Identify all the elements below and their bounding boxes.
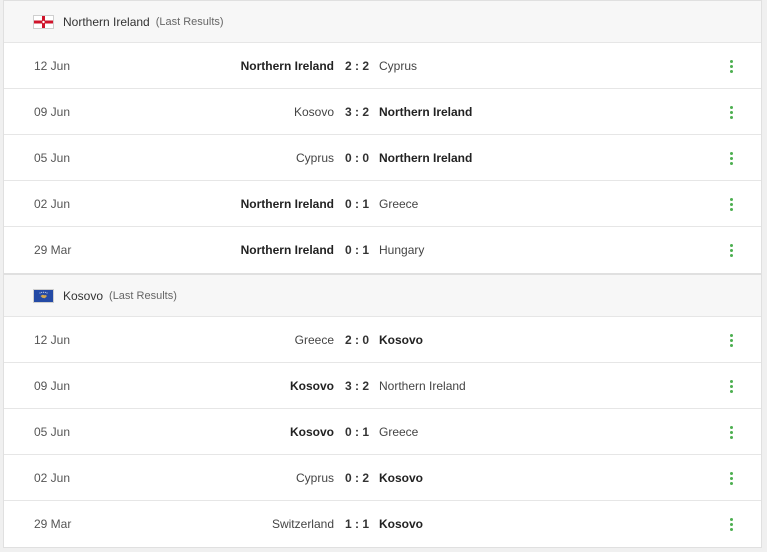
match-date: 29 Mar <box>34 517 72 531</box>
section-header: Kosovo (Last Results) <box>4 275 761 317</box>
more-vertical-icon[interactable] <box>723 102 739 122</box>
home-team[interactable]: Kosovo <box>290 363 334 409</box>
match-row[interactable]: 05 Jun Kosovo 0 : 1 Greece <box>4 409 761 455</box>
match-date: 09 Jun <box>34 379 71 393</box>
match-row[interactable]: 12 Jun Northern Ireland 2 : 2 Cyprus <box>4 43 761 89</box>
match-date: 29 Mar <box>34 243 72 257</box>
away-team[interactable]: Cyprus <box>379 43 417 89</box>
home-team[interactable]: Cyprus <box>296 135 334 181</box>
more-vertical-icon[interactable] <box>723 148 739 168</box>
away-team[interactable]: Kosovo <box>379 501 423 547</box>
more-vertical-icon[interactable] <box>723 330 739 350</box>
home-team[interactable]: Kosovo <box>290 409 334 455</box>
match-row[interactable]: 29 Mar Northern Ireland 0 : 1 Hungary <box>4 227 761 273</box>
match-list: 12 Jun Northern Ireland 2 : 2 Cyprus 09 … <box>4 43 761 273</box>
match-row[interactable]: 09 Jun Kosovo 3 : 2 Northern Ireland <box>4 89 761 135</box>
section-subtitle: (Last Results) <box>155 15 224 28</box>
home-team[interactable]: Northern Ireland <box>241 181 334 227</box>
match-row[interactable]: 05 Jun Cyprus 0 : 0 Northern Ireland <box>4 135 761 181</box>
match-date: 02 Jun <box>34 197 71 211</box>
match-row[interactable]: 09 Jun Kosovo 3 : 2 Northern Ireland <box>4 363 761 409</box>
northern-ireland-flag-icon <box>33 14 54 29</box>
home-team[interactable]: Northern Ireland <box>241 227 334 273</box>
match-date: 05 Jun <box>34 151 71 165</box>
more-vertical-icon[interactable] <box>723 468 739 488</box>
match-date: 09 Jun <box>34 105 71 119</box>
section-header: Northern Ireland (Last Results) <box>4 1 761 43</box>
away-team[interactable]: Northern Ireland <box>379 135 472 181</box>
home-team[interactable]: Cyprus <box>296 455 334 501</box>
match-row[interactable]: 02 Jun Northern Ireland 0 : 1 Greece <box>4 181 761 227</box>
more-vertical-icon[interactable] <box>723 514 739 534</box>
match-date: 12 Jun <box>34 333 71 347</box>
match-date: 12 Jun <box>34 59 71 73</box>
match-date: 02 Jun <box>34 471 71 485</box>
home-team[interactable]: Greece <box>295 317 334 363</box>
away-team[interactable]: Greece <box>379 181 418 227</box>
more-vertical-icon[interactable] <box>723 422 739 442</box>
section-title: Kosovo <box>63 288 104 303</box>
match-score: 2 : 2 <box>345 59 370 73</box>
match-score: 3 : 2 <box>345 379 370 393</box>
match-row[interactable]: 12 Jun Greece 2 : 0 Kosovo <box>4 317 761 363</box>
match-score: 0 : 1 <box>345 243 370 257</box>
more-vertical-icon[interactable] <box>723 194 739 214</box>
more-vertical-icon[interactable] <box>723 56 739 76</box>
away-team[interactable]: Greece <box>379 409 418 455</box>
home-team[interactable]: Switzerland <box>272 501 334 547</box>
match-score: 0 : 2 <box>345 471 370 485</box>
home-team[interactable]: Northern Ireland <box>241 43 334 89</box>
away-team[interactable]: Kosovo <box>379 455 423 501</box>
match-score: 2 : 0 <box>345 333 370 347</box>
kosovo-flag-icon <box>33 288 54 303</box>
match-row[interactable]: 29 Mar Switzerland 1 : 1 Kosovo <box>4 501 761 547</box>
match-list: 12 Jun Greece 2 : 0 Kosovo 09 Jun Kosovo… <box>4 317 761 547</box>
match-score: 0 : 0 <box>345 151 370 165</box>
match-row[interactable]: 02 Jun Cyprus 0 : 2 Kosovo <box>4 455 761 501</box>
away-team[interactable]: Northern Ireland <box>379 363 466 409</box>
section-title: Northern Ireland <box>63 14 150 29</box>
away-team[interactable]: Hungary <box>379 227 424 273</box>
match-score: 0 : 1 <box>345 197 370 211</box>
more-vertical-icon[interactable] <box>723 240 739 260</box>
results-section-northern-ireland: Northern Ireland (Last Results) 12 Jun N… <box>3 0 762 274</box>
away-team[interactable]: Northern Ireland <box>379 89 472 135</box>
results-section-kosovo: Kosovo (Last Results) 12 Jun Greece 2 : … <box>3 274 762 548</box>
match-score: 1 : 1 <box>345 517 370 531</box>
more-vertical-icon[interactable] <box>723 376 739 396</box>
section-subtitle: (Last Results) <box>109 289 177 302</box>
home-team[interactable]: Kosovo <box>294 89 334 135</box>
match-date: 05 Jun <box>34 425 71 439</box>
match-score: 3 : 2 <box>345 105 370 119</box>
away-team[interactable]: Kosovo <box>379 317 423 363</box>
match-score: 0 : 1 <box>345 425 370 439</box>
